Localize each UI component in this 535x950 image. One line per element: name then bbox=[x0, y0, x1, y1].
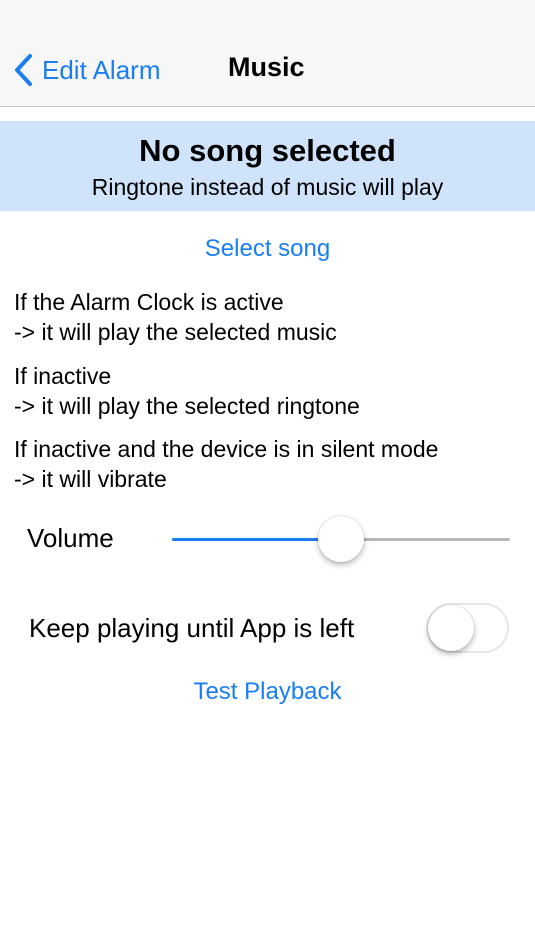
info-line: -> it will vibrate bbox=[14, 466, 167, 492]
info-line: If inactive bbox=[14, 363, 112, 389]
info-line: -> it will play the selected ringtone bbox=[14, 393, 360, 419]
volume-slider-thumb[interactable] bbox=[318, 516, 364, 562]
back-button[interactable]: Edit Alarm bbox=[10, 48, 161, 92]
info-text-active: If the Alarm Clock is active -> it will … bbox=[14, 287, 337, 347]
back-button-label: Edit Alarm bbox=[42, 54, 161, 85]
keep-playing-label: Keep playing until App is left bbox=[29, 613, 355, 643]
info-line: If inactive and the device is in silent … bbox=[14, 436, 439, 462]
chevron-left-icon bbox=[15, 54, 32, 86]
navigation-bar: Edit Alarm Music bbox=[0, 0, 535, 107]
info-text-silent: If inactive and the device is in silent … bbox=[14, 434, 438, 494]
select-song-button[interactable]: Select song bbox=[0, 235, 535, 263]
volume-label: Volume bbox=[27, 523, 114, 553]
music-screen: Edit Alarm Music No song selected Ringto… bbox=[0, 0, 535, 950]
test-playback-button[interactable]: Test Playback bbox=[0, 678, 535, 706]
info-line: -> it will play the selected music bbox=[14, 319, 337, 345]
page-title: Music bbox=[228, 52, 305, 82]
info-text-inactive: If inactive -> it will play the selected… bbox=[14, 361, 360, 421]
volume-slider[interactable] bbox=[172, 516, 510, 564]
banner-subtitle: Ringtone instead of music will play bbox=[91, 174, 444, 200]
volume-slider-fill bbox=[172, 538, 341, 541]
keep-playing-toggle[interactable] bbox=[426, 603, 509, 653]
selection-status-banner: No song selected Ringtone instead of mus… bbox=[0, 121, 535, 211]
info-line: If the Alarm Clock is active bbox=[14, 289, 284, 315]
banner-title: No song selected bbox=[139, 133, 396, 168]
toggle-knob bbox=[428, 605, 474, 651]
